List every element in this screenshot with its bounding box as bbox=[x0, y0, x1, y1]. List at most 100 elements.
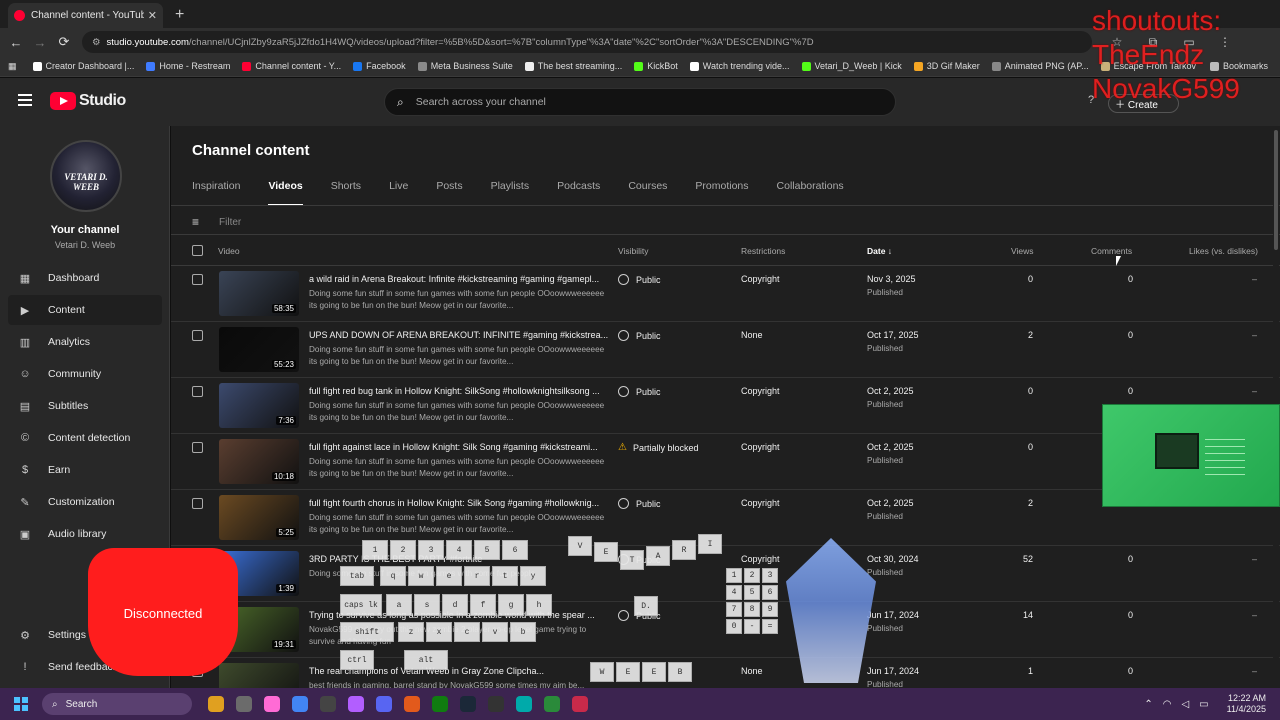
video-title[interactable]: UPS AND DOWN OF ARENA BREAKOUT: INFINITE… bbox=[309, 330, 609, 340]
row-checkbox[interactable] bbox=[192, 330, 203, 341]
taskbar-app-icon[interactable] bbox=[376, 696, 392, 712]
site-info-icon[interactable]: ⚙ bbox=[92, 37, 101, 48]
video-title[interactable]: full fight red bug tank in Hollow Knight… bbox=[309, 386, 609, 396]
taskbar-app-icon[interactable] bbox=[236, 696, 252, 712]
tab-inspiration[interactable]: Inspiration bbox=[192, 180, 240, 204]
taskbar-app-icon[interactable] bbox=[460, 696, 476, 712]
col-visibility[interactable]: Visibility bbox=[618, 246, 649, 256]
restrictions-cell[interactable]: Copyright bbox=[741, 498, 780, 508]
bookmark-item[interactable]: Creator Dashboard |... bbox=[32, 61, 134, 71]
bookmark-item[interactable]: Meta Business Suite bbox=[417, 61, 513, 71]
studio-logo[interactable]: Studio bbox=[50, 92, 126, 110]
bookmark-item[interactable]: Facebook bbox=[353, 61, 406, 71]
col-restrictions[interactable]: Restrictions bbox=[741, 246, 785, 256]
url-input[interactable]: ⚙ studio.youtube.com/channel/UCjnlZby9za… bbox=[82, 31, 1092, 53]
filter-row[interactable]: ≡ Filter bbox=[192, 210, 241, 234]
video-thumbnail[interactable]: 7:36 bbox=[219, 383, 299, 428]
tab-collaborations[interactable]: Collaborations bbox=[777, 180, 844, 204]
taskbar-app-icon[interactable] bbox=[572, 696, 588, 712]
taskbar-clock[interactable]: 12:22 AM 11/4/2025 bbox=[1227, 693, 1266, 715]
visibility-cell[interactable]: Public bbox=[618, 330, 661, 341]
taskbar-app-icon[interactable] bbox=[488, 696, 504, 712]
restrictions-cell[interactable]: None bbox=[741, 330, 763, 340]
filter-icon[interactable]: ≡ bbox=[192, 215, 199, 229]
taskbar-app-icon[interactable] bbox=[404, 696, 420, 712]
reload-icon[interactable]: ⟳ bbox=[52, 34, 76, 50]
row-checkbox[interactable] bbox=[192, 498, 203, 509]
taskbar-app-icon[interactable] bbox=[432, 696, 448, 712]
video-title[interactable]: full fight fourth chorus in Hollow Knigh… bbox=[309, 498, 609, 508]
visibility-cell[interactable]: ⚠ Partially blocked bbox=[618, 442, 699, 453]
bookmark-item[interactable]: Animated PNG (AP... bbox=[991, 61, 1089, 71]
taskbar-app-icon[interactable] bbox=[348, 696, 364, 712]
windows-start-icon[interactable] bbox=[14, 697, 28, 711]
tab-live[interactable]: Live bbox=[389, 180, 408, 204]
taskbar-app-icon[interactable] bbox=[264, 696, 280, 712]
back-icon[interactable]: ← bbox=[4, 35, 28, 50]
row-checkbox[interactable] bbox=[192, 274, 203, 285]
select-all-checkbox[interactable] bbox=[192, 245, 203, 256]
taskbar-search[interactable]: ⌕ Search bbox=[42, 693, 192, 715]
tab-posts[interactable]: Posts bbox=[436, 180, 462, 204]
sidebar-item-dashboard[interactable]: ▦ Dashboard bbox=[8, 263, 162, 293]
sidebar-item-subtitles[interactable]: ▤ Subtitles bbox=[8, 391, 162, 421]
sidebar-item-customization[interactable]: ✎ Customization bbox=[8, 487, 162, 517]
restrictions-cell[interactable]: Copyright bbox=[741, 274, 780, 284]
col-date[interactable]: Date ↓ bbox=[867, 246, 892, 256]
restrictions-cell[interactable]: Copyright bbox=[741, 554, 780, 564]
filter-input[interactable]: Filter bbox=[219, 217, 241, 228]
tab-shorts[interactable]: Shorts bbox=[331, 180, 361, 204]
wifi-icon[interactable]: ◠ bbox=[1163, 699, 1172, 710]
channel-search-input[interactable]: ⌕ Search across your channel bbox=[384, 88, 896, 116]
sidebar-item-community[interactable]: ☺ Community bbox=[8, 359, 162, 389]
page-scroll-thumb[interactable] bbox=[1274, 130, 1278, 250]
visibility-cell[interactable]: Public bbox=[618, 498, 661, 509]
bookmark-item[interactable]: KickBot bbox=[634, 61, 678, 71]
apps-grid-icon[interactable]: ▦ bbox=[8, 61, 17, 72]
taskbar-app-icon[interactable] bbox=[292, 696, 308, 712]
table-row[interactable]: 58:35 a wild raid in Arena Breakout: Infi… bbox=[171, 266, 1280, 322]
sidebar-item-audio-library[interactable]: ▣ Audio library bbox=[8, 519, 162, 549]
restrictions-cell[interactable]: Copyright bbox=[741, 442, 780, 452]
taskbar-app-icon[interactable] bbox=[320, 696, 336, 712]
forward-icon[interactable]: → bbox=[28, 35, 52, 50]
col-comments[interactable]: Comments bbox=[1091, 246, 1132, 256]
row-checkbox[interactable] bbox=[192, 386, 203, 397]
sidebar-item-content[interactable]: ▶ Content bbox=[8, 295, 162, 325]
sidebar-item-analytics[interactable]: ▥ Analytics bbox=[8, 327, 162, 357]
volume-icon[interactable]: ◁ bbox=[1181, 699, 1189, 710]
tab-courses[interactable]: Courses bbox=[628, 180, 667, 204]
restrictions-cell[interactable]: Copyright bbox=[741, 386, 780, 396]
table-row[interactable]: 55:23 UPS AND DOWN OF ARENA BREAKOUT: INF… bbox=[171, 322, 1280, 378]
bookmark-item[interactable]: Vetari_D_Weeb | Kick bbox=[801, 61, 902, 71]
tab-close-icon[interactable]: ✕ bbox=[148, 9, 157, 22]
bookmark-item[interactable]: 3D Gif Maker bbox=[913, 61, 980, 71]
restrictions-cell[interactable]: None bbox=[741, 666, 763, 676]
bookmark-item[interactable]: Channel content - Y... bbox=[242, 61, 341, 71]
col-likes[interactable]: Likes (vs. dislikes) bbox=[1189, 246, 1258, 256]
new-tab-button[interactable]: + bbox=[175, 6, 184, 24]
visibility-cell[interactable]: Public bbox=[618, 386, 661, 397]
video-title[interactable]: a wild raid in Arena Breakout: Infinite … bbox=[309, 274, 609, 284]
tray-chevron-icon[interactable]: ⌃ bbox=[1144, 699, 1152, 710]
video-title[interactable]: full fight against lace in Hollow Knight… bbox=[309, 442, 609, 452]
battery-icon[interactable]: ▭ bbox=[1199, 699, 1208, 710]
bookmark-item[interactable]: Watch trending vide... bbox=[689, 61, 790, 71]
bookmark-item[interactable]: Home - Restream bbox=[146, 61, 230, 71]
visibility-cell[interactable]: Public bbox=[618, 274, 661, 285]
taskbar-app-icon[interactable] bbox=[516, 696, 532, 712]
video-thumbnail[interactable]: 58:35 bbox=[219, 271, 299, 316]
row-checkbox[interactable] bbox=[192, 442, 203, 453]
video-thumbnail[interactable]: 55:23 bbox=[219, 327, 299, 372]
channel-avatar[interactable]: VETARI D. WEEB bbox=[50, 140, 122, 212]
sidebar-item-content-detection[interactable]: © Content detection bbox=[8, 423, 162, 453]
sidebar-item-earn[interactable]: $ Earn bbox=[8, 455, 162, 485]
tab-podcasts[interactable]: Podcasts bbox=[557, 180, 600, 204]
taskbar-app-icon[interactable] bbox=[544, 696, 560, 712]
video-thumbnail[interactable]: 10:18 bbox=[219, 439, 299, 484]
tab-videos[interactable]: Videos bbox=[268, 180, 303, 206]
tab-playlists[interactable]: Playlists bbox=[491, 180, 530, 204]
video-thumbnail[interactable]: 5:25 bbox=[219, 495, 299, 540]
bookmark-item[interactable]: The best streaming... bbox=[524, 61, 622, 71]
col-views[interactable]: Views bbox=[1011, 246, 1034, 256]
